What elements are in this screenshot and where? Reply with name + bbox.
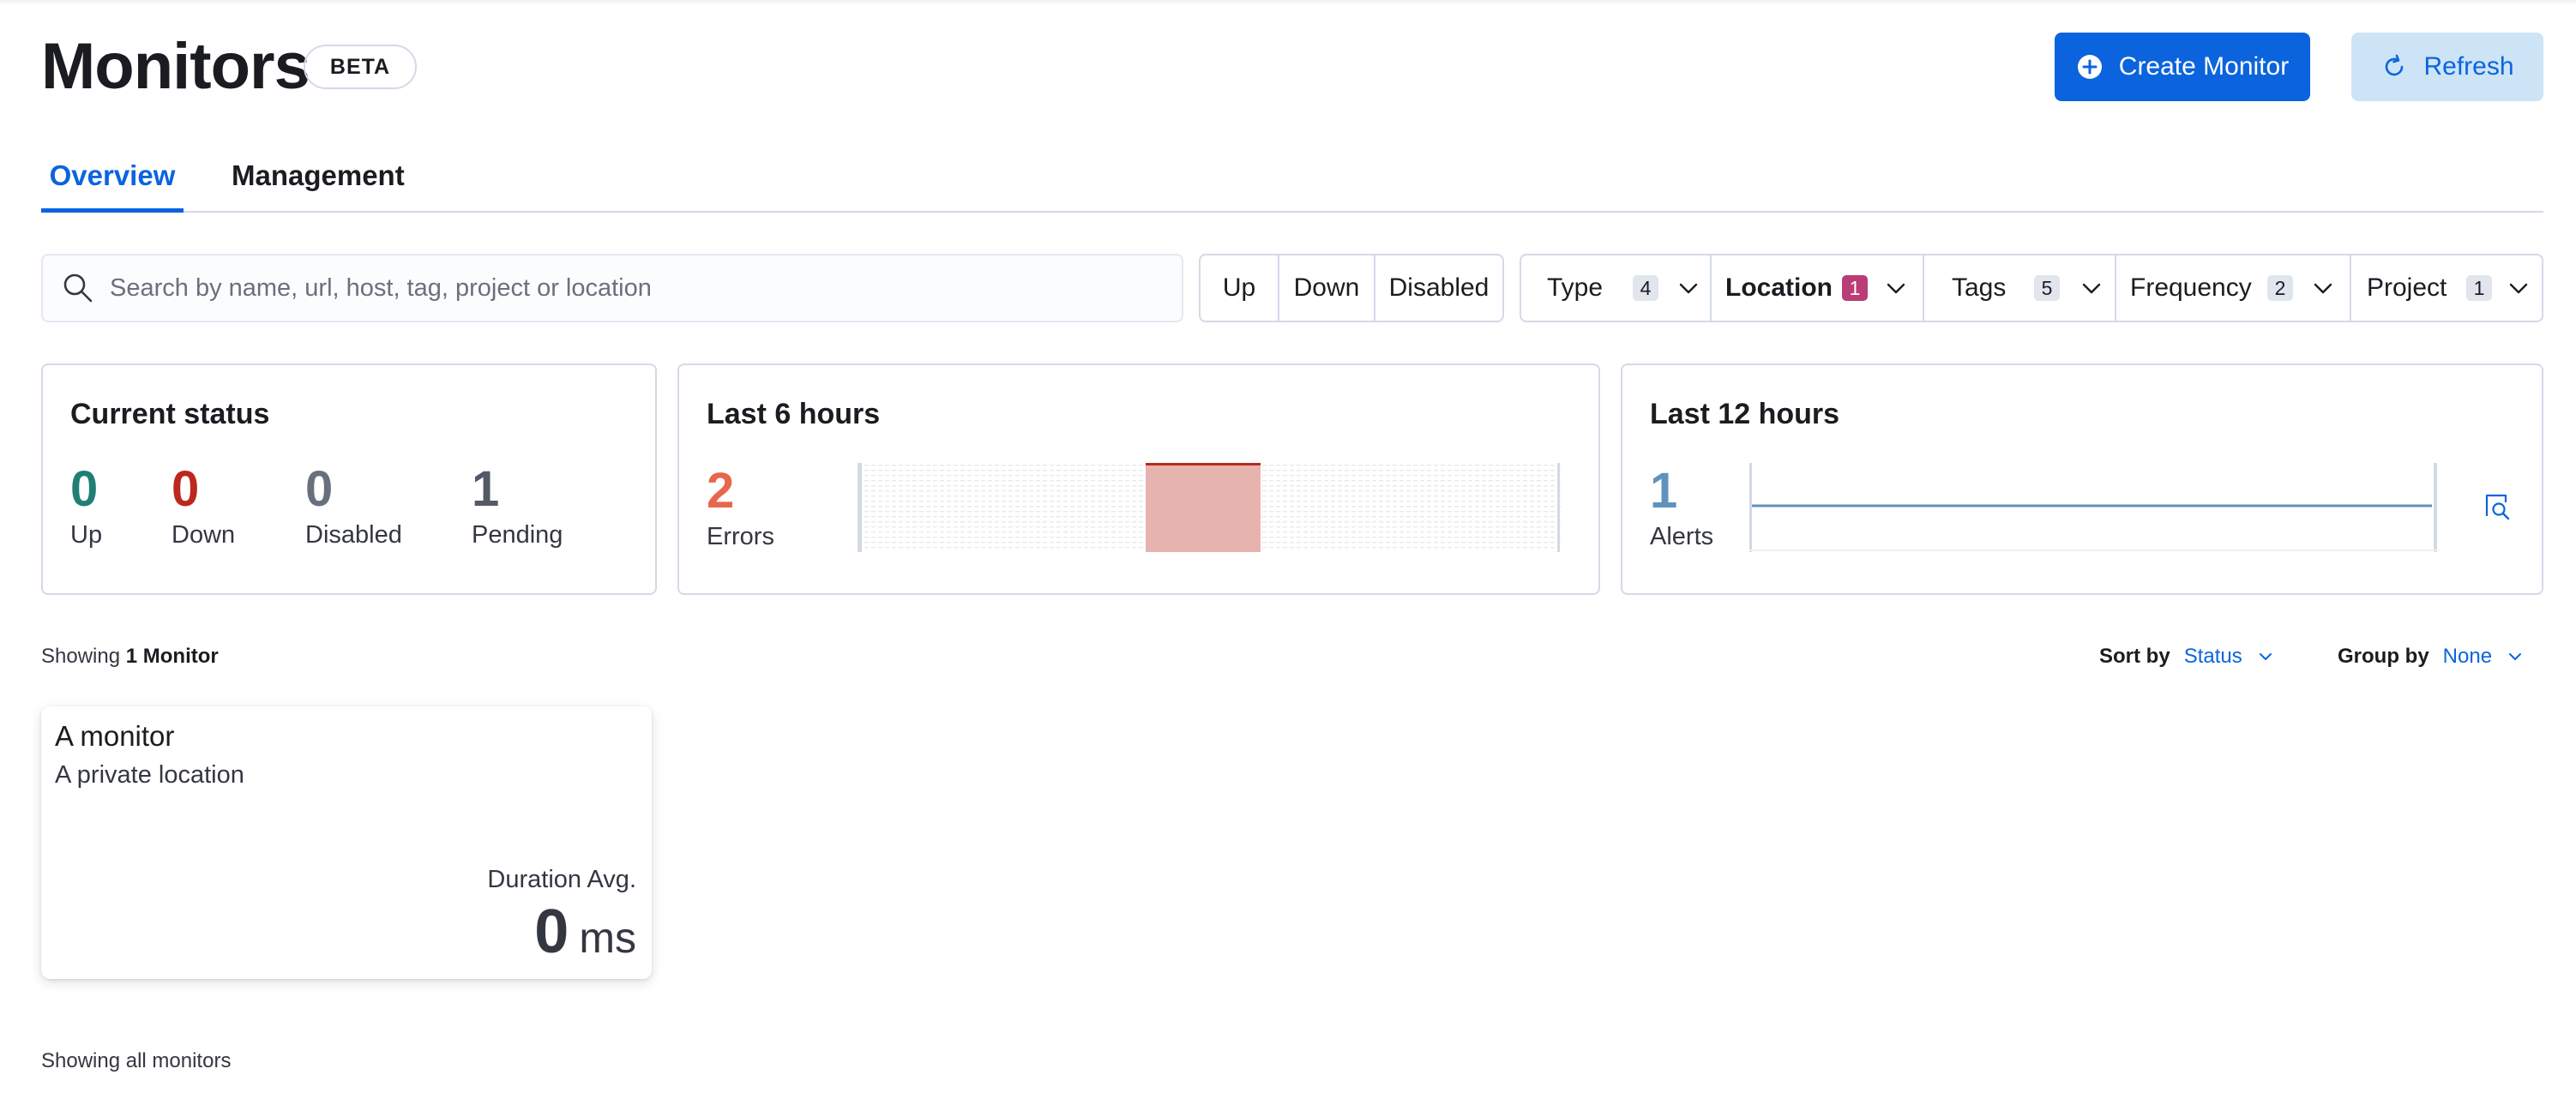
page-title: Monitors [41,30,310,103]
chevron-down-icon [1679,283,1698,294]
status-pending-stat: 1 Pending [472,461,563,549]
filter-up-button[interactable]: Up [1201,255,1279,321]
status-up-stat: 0 Up [70,461,102,549]
last-12-hours-panel: Last 12 hours 1 Alerts [1621,363,2543,595]
sort-by-label: Sort by [2099,645,2170,668]
filter-type-label: Type [1547,273,1604,302]
last-12-hours-title: Last 12 hours [1650,398,1840,430]
tab-bar: Overview Management [41,146,2543,213]
status-disabled-label: Disabled [305,521,402,549]
alerts-sparkline [1749,463,2439,552]
status-down-label: Down [172,521,236,549]
top-shade [0,0,2576,5]
search-input[interactable] [110,273,1139,303]
status-up-value: 0 [70,461,99,517]
refresh-button[interactable]: Refresh [2351,33,2543,101]
filter-type-count: 4 [1633,275,1658,301]
sparkline-left-edge [1749,463,1752,552]
filter-location-count: 1 [1842,275,1868,301]
chevron-down-icon [1887,283,1905,294]
status-up-label: Up [70,521,103,549]
filter-frequency-dropdown[interactable]: Frequency 2 [2116,255,2351,321]
chevron-down-icon [2314,283,2332,294]
duration-label: Duration Avg. [487,866,636,893]
showing-prefix: Showing [41,645,121,668]
filter-project-dropdown[interactable]: Project 1 [2351,255,2542,321]
filter-type-dropdown[interactable]: Type 4 [1521,255,1712,321]
status-disabled-stat: 0 Disabled [305,461,402,549]
duration-value: 0 [534,898,569,966]
search-box [41,254,1183,322]
showing-count-value: 1 Monitor [125,645,219,668]
histogram-left-edge [858,463,862,552]
monitor-name: A monitor [55,720,175,752]
histogram-right-edge [1557,463,1560,552]
error-bar [1146,463,1261,552]
monitor-card[interactable]: A monitor A private location Duration Av… [41,706,652,979]
tab-overview[interactable]: Overview [41,146,184,213]
filter-project-count: 1 [2466,275,2492,301]
error-bar-top [1146,463,1261,465]
alerts-value: 1 [1650,463,1678,519]
filter-down-button[interactable]: Down [1279,255,1375,321]
filter-tags-label: Tags [1952,273,2007,302]
refresh-icon [2386,54,2404,76]
chevron-down-icon [2509,283,2528,294]
status-pending-value: 1 [472,461,500,517]
group-by-control[interactable]: Group by None [2338,645,2525,669]
tab-management[interactable]: Management [232,146,405,213]
alerts-label: Alerts [1650,523,1714,550]
filter-tags-dropdown[interactable]: Tags 5 [1924,255,2116,321]
filter-location-label: Location [1725,273,1833,302]
dropdown-filter-group: Type 4 Location 1 Tags 5 Frequency 2 Pro… [1520,254,2543,322]
monitor-location: A private location [55,761,244,789]
plus-circle-icon [2077,55,2102,79]
status-pending-label: Pending [472,521,563,549]
filter-tags-count: 5 [2034,275,2060,301]
status-filter-group: Up Down Disabled [1199,254,1504,322]
chevron-down-icon [2509,653,2522,660]
create-monitor-button[interactable]: Create Monitor [2055,33,2310,101]
alerts-stat: 1 Alerts [1650,463,1713,551]
errors-histogram [858,463,1561,552]
chevron-down-icon [2082,283,2101,294]
filter-disabled-button[interactable]: Disabled [1375,255,1502,321]
errors-value: 2 [707,463,735,519]
current-status-panel: Current status 0 Up 0 Down 0 Disabled 1 … [41,363,657,595]
status-disabled-value: 0 [305,461,334,517]
status-down-stat: 0 Down [172,461,235,549]
filter-frequency-label: Frequency [2130,273,2252,302]
showing-all-monitors: Showing all monitors [41,1049,232,1072]
duration-unit: ms [579,914,636,962]
group-by-value: None [2442,645,2493,668]
sort-by-value: Status [2183,645,2242,668]
current-status-title: Current status [70,398,270,430]
beta-badge: BETA [304,45,417,89]
sparkline-right-edge [2434,463,2437,552]
last-6-hours-title: Last 6 hours [707,398,881,430]
last-6-hours-panel: Last 6 hours 2 Errors [677,363,1600,595]
duration-value-row: 0 ms [534,897,636,967]
group-by-label: Group by [2338,645,2429,668]
inspect-icon[interactable] [2480,490,2513,523]
chevron-down-icon [2259,653,2272,660]
filter-frequency-count: 2 [2267,275,2293,301]
search-icon [63,273,93,303]
sparkline-baseline [1749,549,2439,551]
filter-location-dropdown[interactable]: Location 1 [1712,255,1924,321]
sort-by-control[interactable]: Sort by Status [2099,645,2275,669]
errors-label: Errors [707,523,774,550]
create-monitor-label: Create Monitor [2118,52,2290,81]
filter-project-label: Project [2367,273,2447,302]
errors-stat: 2 Errors [707,463,774,551]
status-down-value: 0 [172,461,200,517]
refresh-label: Refresh [2423,52,2514,81]
showing-count: Showing 1 Monitor [41,645,219,669]
